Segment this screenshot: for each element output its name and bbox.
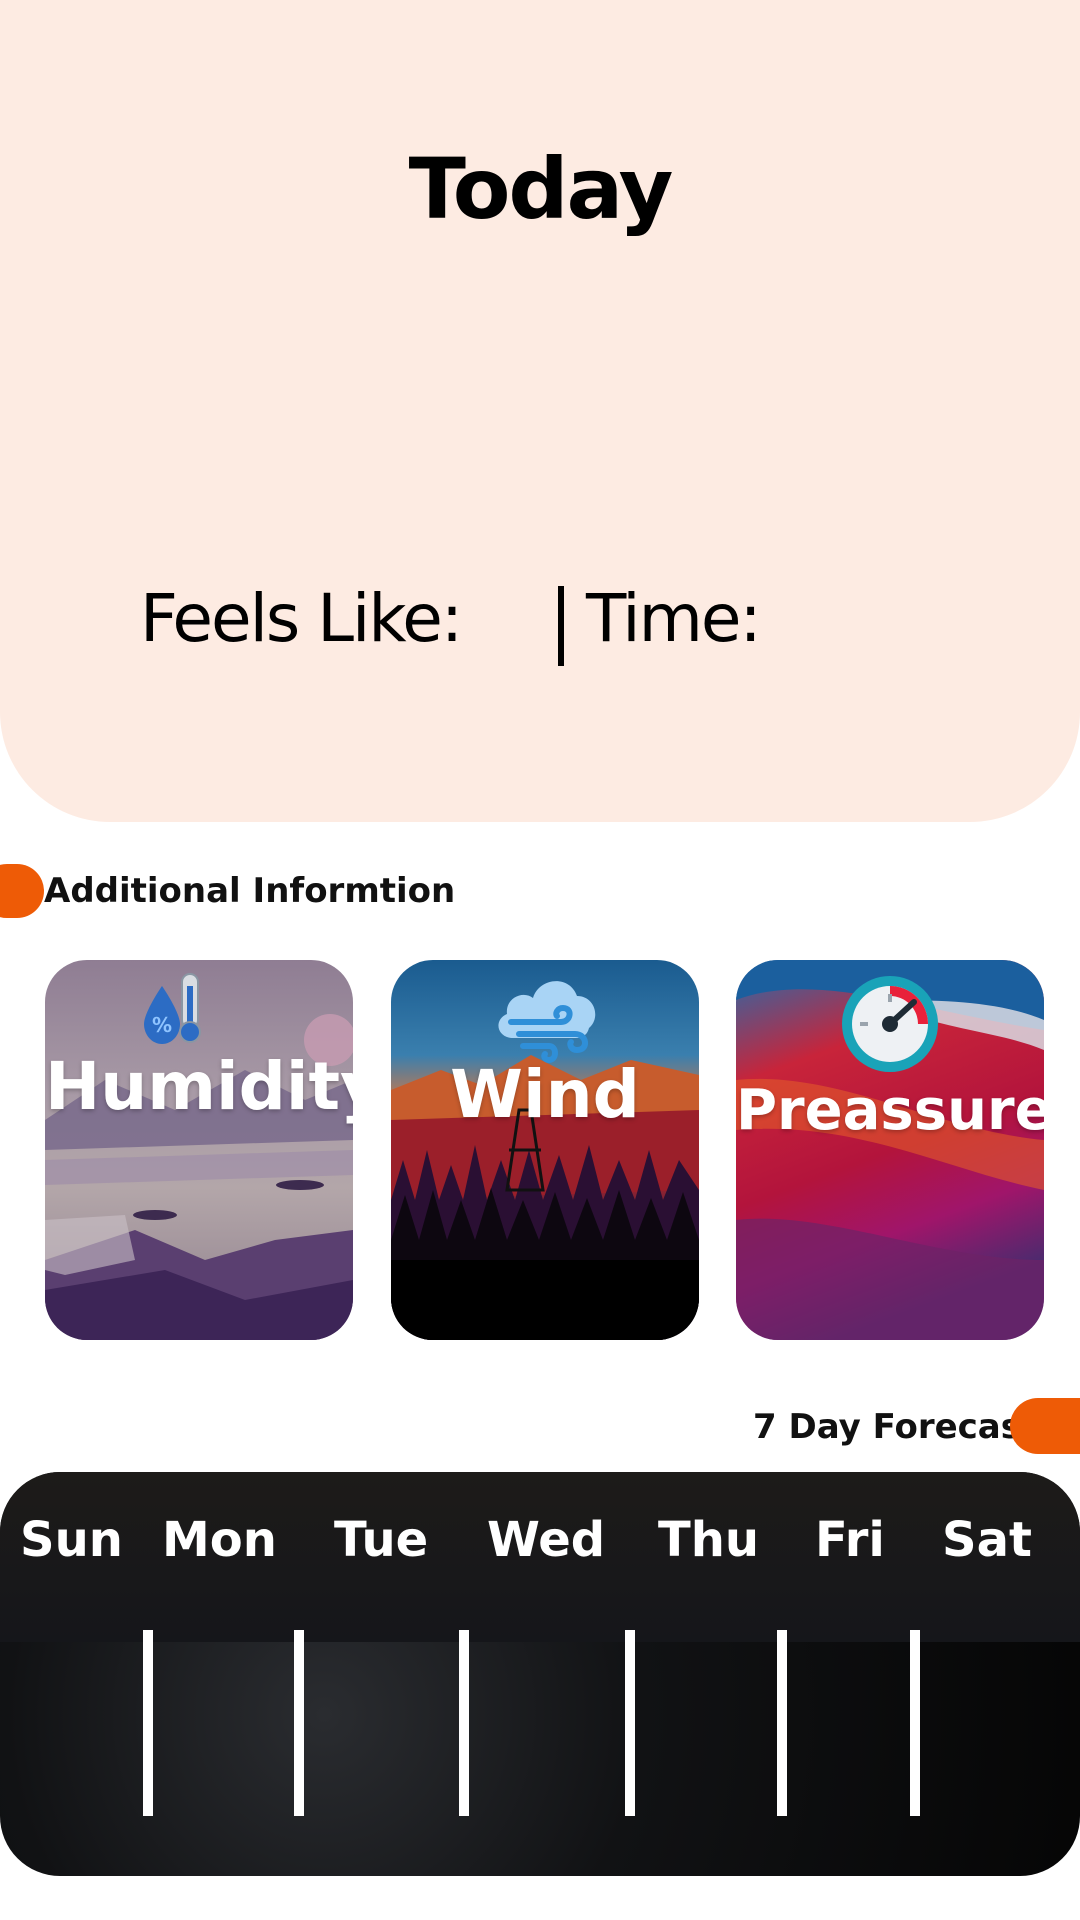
feels-like-label: Feels Like: xyxy=(140,580,463,657)
wind-card[interactable]: Wind xyxy=(391,960,699,1340)
day-mon[interactable]: Mon xyxy=(162,1512,277,1568)
today-title: Today xyxy=(408,140,674,238)
accent-pill xyxy=(1010,1398,1080,1454)
today-card: Today Feels Like: Time: xyxy=(0,0,1080,822)
day-sat[interactable]: Sat xyxy=(942,1512,1032,1568)
pressure-gauge-icon xyxy=(842,976,938,1072)
day-tue[interactable]: Tue xyxy=(334,1512,428,1568)
forecast-label: 7 Day Forecast xyxy=(753,1407,1038,1447)
humidity-card[interactable]: % Humidity xyxy=(45,960,353,1340)
accent-pill xyxy=(0,864,44,918)
additional-info-label: Additional Informtion xyxy=(44,871,456,911)
pressure-label: Preassure xyxy=(736,1078,1044,1143)
forecast-divider xyxy=(143,1630,153,1816)
pressure-card[interactable]: Preassure xyxy=(736,960,1044,1340)
time-label: Time: xyxy=(586,580,762,657)
divider xyxy=(558,586,564,666)
day-fri[interactable]: Fri xyxy=(815,1512,885,1568)
forecast-panel: Sun Mon Tue Wed Thu Fri Sat xyxy=(0,1472,1080,1876)
day-sun[interactable]: Sun xyxy=(20,1512,123,1568)
forecast-divider xyxy=(777,1630,787,1816)
forecast-divider xyxy=(459,1630,469,1816)
humidity-icon: % xyxy=(144,973,201,1044)
forecast-divider xyxy=(294,1630,304,1816)
svg-text:%: % xyxy=(152,1013,172,1037)
wind-label: Wind xyxy=(450,1056,640,1133)
day-thu[interactable]: Thu xyxy=(658,1512,759,1568)
day-wed[interactable]: Wed xyxy=(487,1512,605,1568)
forecast-divider xyxy=(625,1630,635,1816)
humidity-label: Humidity xyxy=(45,1048,353,1125)
forecast-divider xyxy=(910,1630,920,1816)
